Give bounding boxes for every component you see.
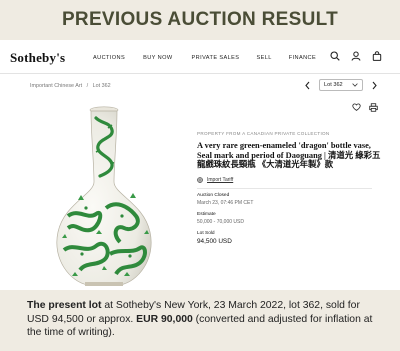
chevron-left-icon[interactable] bbox=[304, 81, 311, 90]
lot-subbar: Important Chinese Art / Lot 362 Lot 362 bbox=[0, 75, 400, 97]
nav-buy-now[interactable]: BUY NOW bbox=[143, 55, 172, 61]
lot-sold-label: Lot Sold bbox=[197, 230, 215, 236]
caption-eur: EUR 90,000 bbox=[136, 313, 193, 325]
sothebys-logo[interactable]: Sotheby's bbox=[10, 50, 65, 66]
bag-icon[interactable] bbox=[372, 51, 382, 61]
import-tariff-link[interactable]: Import Tariff bbox=[207, 177, 233, 183]
vase-image[interactable] bbox=[50, 104, 158, 287]
divider bbox=[197, 187, 372, 189]
lot-select[interactable]: Lot 362 bbox=[319, 79, 363, 91]
auction-caption: The present lot at Sotheby's New York, 2… bbox=[27, 299, 382, 340]
caption-lead: The present lot bbox=[27, 300, 102, 311]
banner-heading: PREVIOUS AUCTION RESULT bbox=[61, 9, 339, 30]
lot-details: PROPERTY FROM A CANADIAN PRIVATE COLLECT… bbox=[197, 131, 387, 245]
breadcrumb-separator: / bbox=[86, 83, 89, 89]
breadcrumb: Important Chinese Art / Lot 362 bbox=[30, 83, 114, 89]
print-icon[interactable] bbox=[369, 103, 378, 112]
nav-private-sales[interactable]: PRIVATE SALES bbox=[192, 55, 240, 61]
chevron-down-icon bbox=[352, 83, 358, 87]
lot-title: A very rare green-enameled 'dragon' bott… bbox=[197, 141, 381, 170]
globe-icon bbox=[197, 176, 203, 183]
breadcrumb-current: Lot 362 bbox=[92, 83, 111, 89]
nav-icons bbox=[330, 51, 382, 61]
estimate-value: 50,000 - 70,000 USD bbox=[197, 218, 244, 225]
auction-page-screenshot: Sotheby's AUCTIONS BUY NOW PRIVATE SALES… bbox=[0, 40, 400, 290]
lot-navigation: Lot 362 bbox=[304, 79, 378, 91]
nav-links: AUCTIONS BUY NOW PRIVATE SALES SELL FINA… bbox=[93, 55, 316, 61]
nav-finance[interactable]: FINANCE bbox=[289, 55, 316, 61]
auction-closed-value: March 23, 07:46 PM CET bbox=[197, 199, 254, 206]
vase-illustration bbox=[56, 106, 152, 286]
breadcrumb-parent[interactable]: Important Chinese Art bbox=[30, 83, 82, 89]
nav-auctions[interactable]: AUCTIONS bbox=[93, 55, 125, 61]
user-icon[interactable] bbox=[351, 51, 361, 61]
auction-closed-label: Auction Closed bbox=[197, 192, 230, 198]
lot-sold-value: 94,500 USD bbox=[197, 237, 232, 245]
top-navigation: Sotheby's AUCTIONS BUY NOW PRIVATE SALES… bbox=[0, 40, 400, 74]
lot-actions bbox=[352, 103, 378, 112]
search-icon[interactable] bbox=[330, 51, 340, 61]
lot-select-value: Lot 362 bbox=[324, 82, 343, 88]
estimate-label: Estimate bbox=[197, 211, 216, 217]
import-tariff[interactable]: Import Tariff bbox=[197, 177, 387, 183]
chevron-right-icon[interactable] bbox=[371, 81, 378, 90]
provenance-label: PROPERTY FROM A CANADIAN PRIVATE COLLECT… bbox=[197, 131, 330, 136]
nav-sell[interactable]: SELL bbox=[256, 55, 271, 61]
heart-icon[interactable] bbox=[352, 103, 361, 111]
